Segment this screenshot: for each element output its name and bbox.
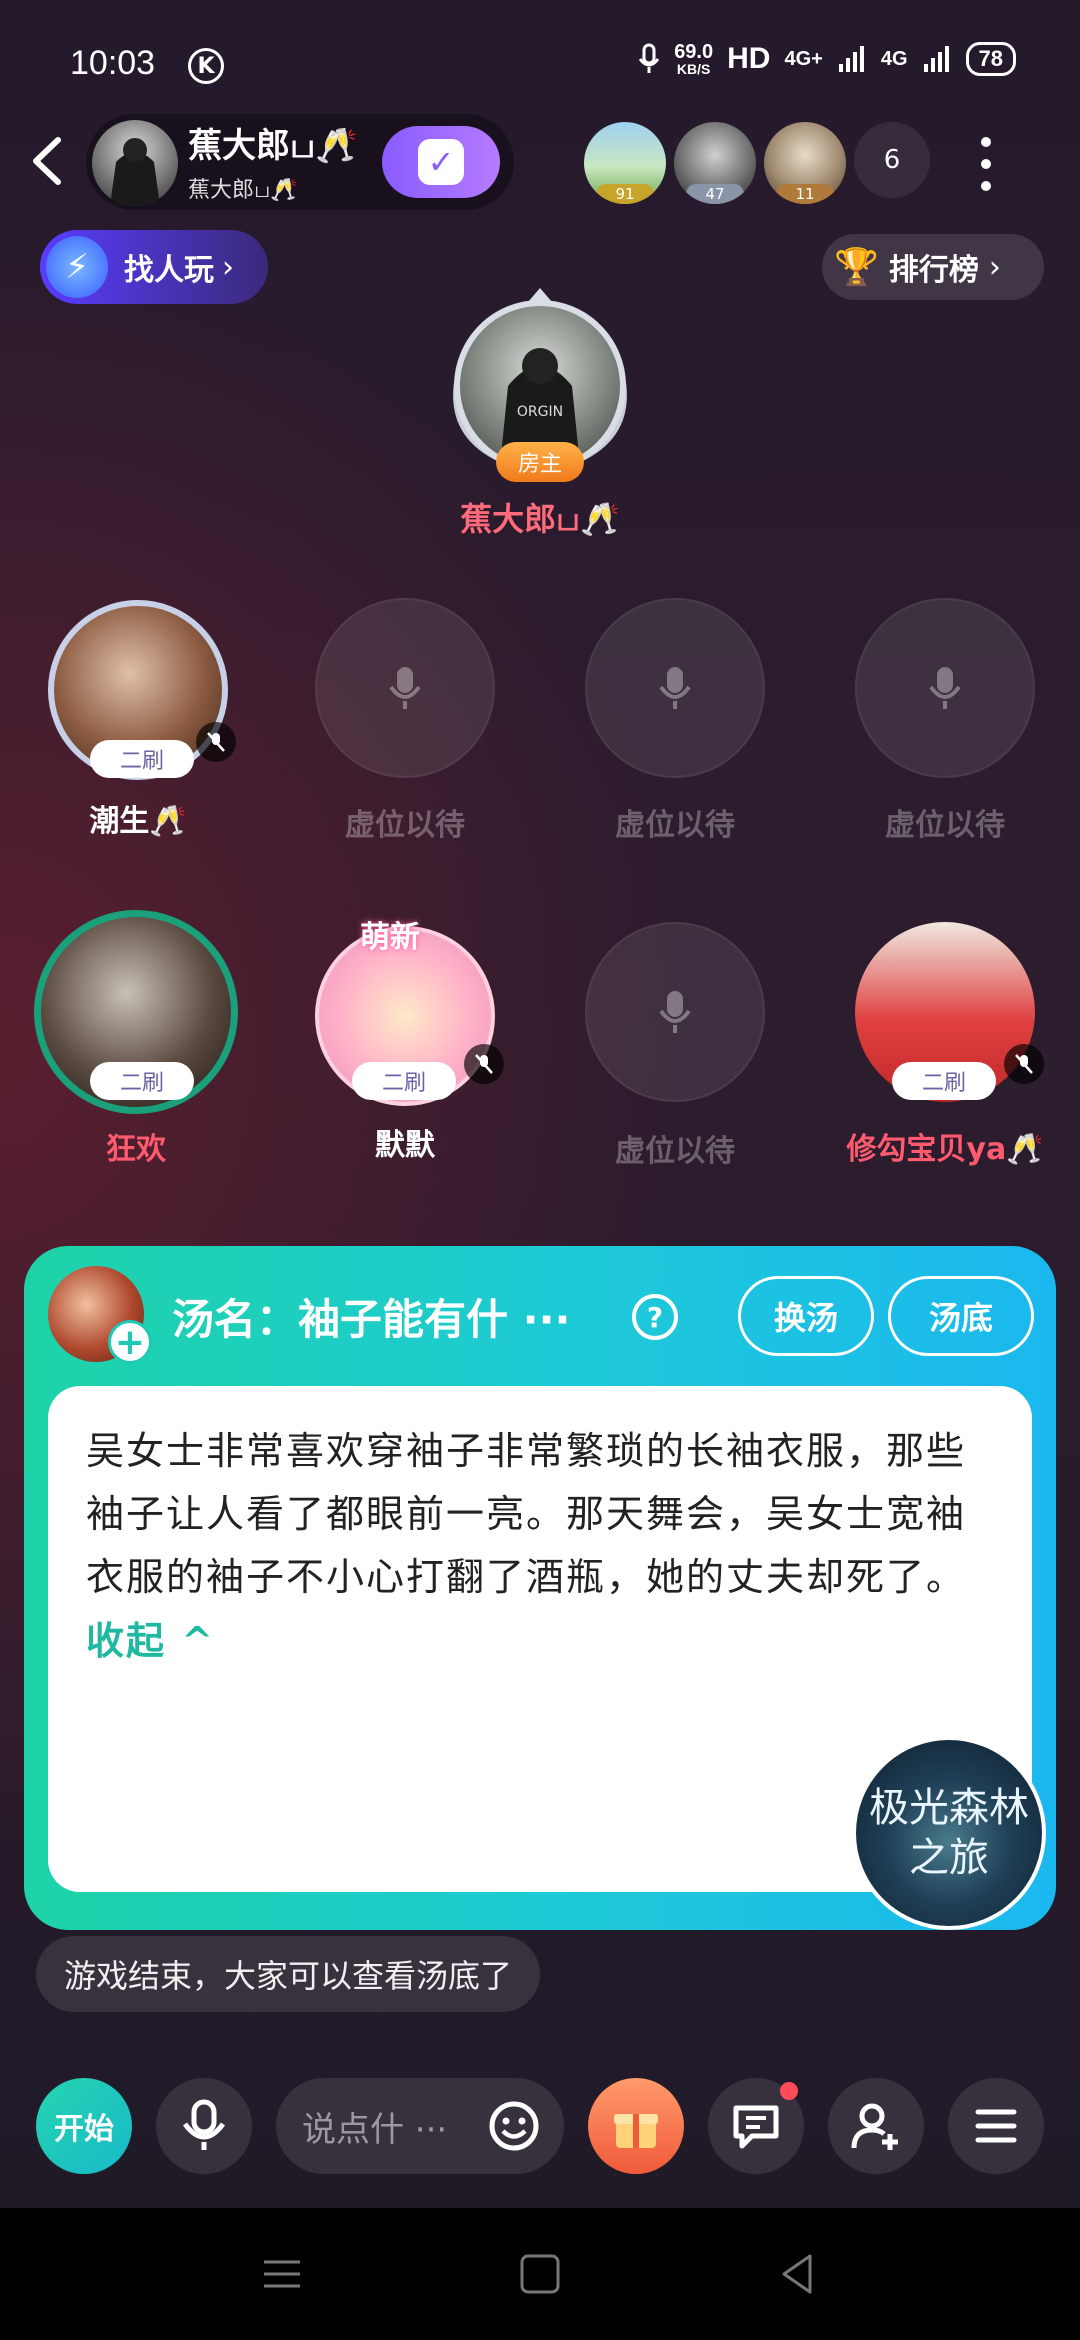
- system-message: 游戏结束，大家可以查看汤底了: [36, 1936, 541, 2012]
- back-nav-icon[interactable]: [772, 2248, 824, 2300]
- network-speed: 69.0 KB/S: [674, 42, 713, 76]
- microphone-button[interactable]: [156, 2078, 252, 2174]
- host-tag: 房主: [496, 442, 584, 482]
- seat-8-name: 修勾宝贝ya🥂: [846, 1132, 1044, 1167]
- add-user-icon: [851, 2103, 898, 2150]
- seat-1-name: 潮生🥂: [89, 804, 187, 839]
- chevron-right-icon: ›: [988, 249, 1001, 285]
- seat-2-label: 虚位以待: [345, 808, 465, 843]
- signal-bars-icon: [838, 46, 864, 72]
- seat-6-rank-tag: 二刷: [352, 1062, 456, 1100]
- back-arrow-icon[interactable]: [28, 136, 68, 186]
- change-puzzle-button[interactable]: 换汤: [738, 1276, 874, 1356]
- battery-indicator: 78: [965, 42, 1016, 76]
- speed-unit: KB/S: [676, 61, 711, 77]
- mic-muted-icon: [196, 722, 236, 762]
- recent-apps-icon[interactable]: [256, 2248, 308, 2300]
- chat-bubble-icon: [733, 2105, 779, 2149]
- gift-icon: [614, 2114, 658, 2148]
- room-name: 蕉大郎ப🥂: [188, 126, 358, 166]
- more-vertical-icon[interactable]: [980, 136, 992, 192]
- seat-7-empty[interactable]: [585, 922, 765, 1102]
- find-player-label: 找人玩: [124, 253, 214, 288]
- chevron-right-icon: ›: [222, 249, 234, 285]
- seat-5-rank-tag: 二刷: [90, 1062, 194, 1100]
- host-name: 蕉大郎ப🥂: [460, 500, 620, 538]
- room-subtitle: 蕉大郎ப🥂: [188, 178, 298, 203]
- leaderboard-label: 排行榜: [888, 253, 979, 288]
- microphone-status-icon: [638, 43, 660, 73]
- svg-text:ORGIN: ORGIN: [517, 404, 563, 420]
- audience-badge-3: 11: [776, 184, 834, 204]
- audience-avatar-1[interactable]: 91: [584, 122, 666, 204]
- gift-button[interactable]: [588, 2078, 684, 2174]
- emoji-icon[interactable]: [488, 2100, 540, 2152]
- collapse-link[interactable]: 收起 ^: [86, 1618, 215, 1663]
- check-icon: ✓: [418, 139, 464, 185]
- add-friend-button[interactable]: [828, 2078, 924, 2174]
- add-icon[interactable]: +: [108, 1320, 152, 1364]
- home-icon[interactable]: [514, 2248, 566, 2300]
- unread-dot: [780, 2082, 798, 2100]
- puzzle-text: 吴女士非常喜欢穿袖子非常繁琐的长袖衣服，那些袖子让人看了都眼前一亮。那天舞会，吴…: [86, 1420, 996, 1673]
- event-badge-line1: 极光森林: [869, 1785, 1029, 1831]
- hd-indicator: HD: [727, 42, 771, 75]
- follow-room-button[interactable]: ✓: [382, 126, 500, 198]
- seat-8-rank-tag: 二刷: [892, 1062, 996, 1100]
- event-badge[interactable]: 极光森林 之旅: [852, 1736, 1046, 1930]
- view-answer-button[interactable]: 汤底: [888, 1276, 1034, 1356]
- status-time: 10:03: [70, 44, 156, 82]
- seat-6-name: 默默: [375, 1128, 435, 1163]
- signal-4g-plus: 4G+: [784, 47, 823, 70]
- puzzle-story: 吴女士非常喜欢穿袖子非常繁琐的长袖衣服，那些袖子让人看了都眼前一亮。那天舞会，吴…: [86, 1429, 967, 1599]
- seat-6-new-badge: 萌新: [360, 920, 420, 955]
- microphone-icon: [659, 991, 691, 1033]
- room-owner-avatar[interactable]: [92, 120, 178, 206]
- audience-count[interactable]: 6: [854, 122, 930, 198]
- seat-1-rank-tag: 二刷: [90, 740, 194, 778]
- mic-muted-icon: [464, 1044, 504, 1084]
- help-icon[interactable]: ?: [632, 1294, 678, 1340]
- audience-avatar-2[interactable]: 47: [674, 122, 756, 204]
- find-player-button[interactable]: ⚡ 找人玩 ›: [40, 230, 268, 304]
- seat-4-empty[interactable]: [855, 598, 1035, 778]
- audience-badge-2: 47: [686, 184, 744, 204]
- seat-3-label: 虚位以待: [615, 808, 735, 843]
- event-badge-line2: 之旅: [909, 1835, 989, 1881]
- trophy-icon: 🏆: [834, 247, 879, 288]
- menu-icon: [975, 2109, 1017, 2143]
- status-icons: 69.0 KB/S HD 4G+ 4G 78: [638, 42, 1016, 76]
- speed-value: 69.0: [674, 41, 714, 63]
- seat-4-label: 虚位以待: [885, 808, 1005, 843]
- audience-badge-1: 91: [596, 184, 654, 204]
- mic-muted-icon: [1004, 1044, 1044, 1084]
- seat-3-empty[interactable]: [585, 598, 765, 778]
- seat-7-label: 虚位以待: [615, 1134, 735, 1169]
- menu-button[interactable]: [948, 2078, 1044, 2174]
- microphone-icon: [659, 667, 691, 709]
- signal-4g: 4G: [880, 47, 908, 70]
- microphone-icon: [389, 667, 421, 709]
- microphone-icon: [182, 2099, 226, 2150]
- start-button[interactable]: 开始: [36, 2078, 132, 2174]
- seat-2-empty[interactable]: [315, 598, 495, 778]
- seat-5-name: 狂欢: [106, 1132, 166, 1167]
- lightning-icon: ⚡: [46, 236, 108, 298]
- audience-avatar-3[interactable]: 11: [764, 122, 846, 204]
- leaderboard-button[interactable]: 🏆 排行榜 ›: [822, 234, 1044, 300]
- puzzle-title: 汤名：袖子能有什 ···: [172, 1295, 571, 1344]
- k-app-icon: K: [188, 48, 224, 84]
- microphone-icon: [929, 667, 961, 709]
- signal-bars-icon-2: [923, 46, 949, 72]
